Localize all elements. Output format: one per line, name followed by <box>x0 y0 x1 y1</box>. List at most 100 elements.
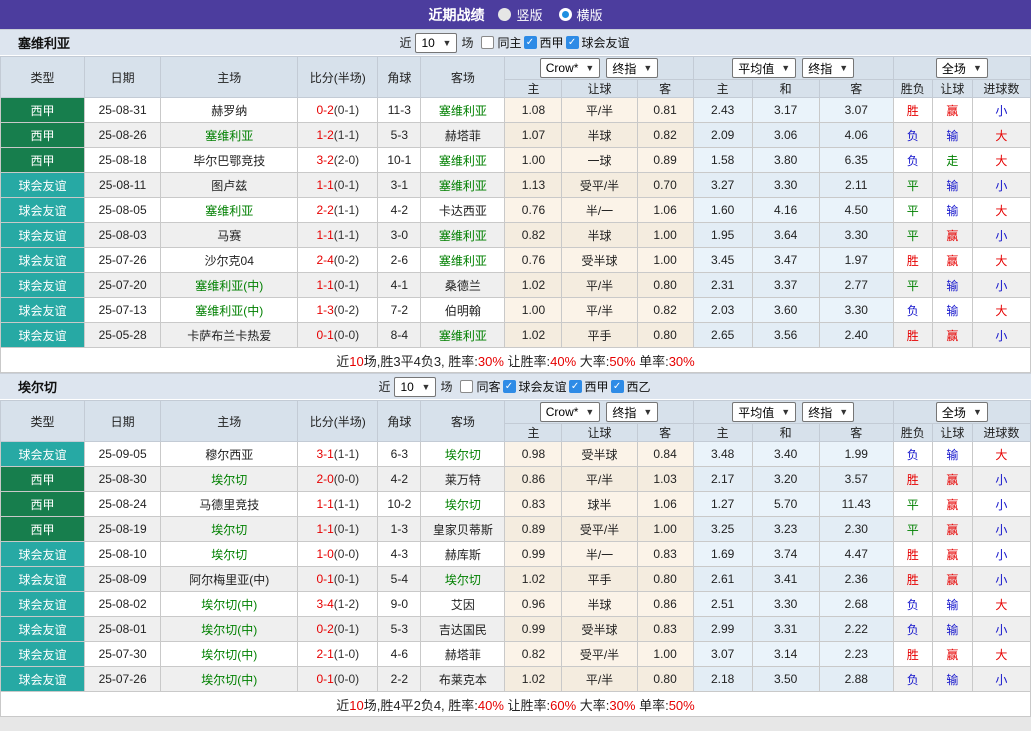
crow-select-value: Crow* <box>546 61 579 75</box>
full-match-select[interactable]: 全场▼ <box>936 58 988 78</box>
radio-icon <box>498 8 511 21</box>
filter-checkbox[interactable]: ✓西乙 <box>611 378 651 395</box>
crow-away-odds-cell: 1.00 <box>637 248 693 273</box>
subcol-goals: 进球数 <box>972 80 1030 98</box>
corner-cell: 2-6 <box>378 248 421 273</box>
filter-checkbox[interactable]: ✓球会友谊 <box>503 378 567 395</box>
chevron-down-icon: ▼ <box>643 407 652 417</box>
date-cell: 25-08-03 <box>85 223 161 248</box>
final-odds-select-2[interactable]: 终指▼ <box>802 58 854 78</box>
type-cell: 西甲 <box>1 98 85 123</box>
result-cell: 负 <box>893 298 932 323</box>
handicap-cell: 平/半 <box>562 667 637 692</box>
match-row: 球会友谊25-07-20塞维利亚(中)1-1(0-1)4-1桑德兰1.02平/半… <box>1 273 1031 298</box>
filter-checkbox[interactable]: 同客 <box>460 378 500 395</box>
goals-result-cell: 小 <box>972 223 1030 248</box>
filter-checkbox[interactable]: ✓西甲 <box>569 378 609 395</box>
matches-table-elche: 类型 日期 主场 比分(半场) 角球 客场 Crow*▼ 终指▼ 平均值▼ 终指… <box>0 400 1031 717</box>
layout-radio-group: 竖版横版 <box>498 5 602 24</box>
score-cell: 3-1(1-1) <box>298 442 378 467</box>
crow-away-odds-cell: 0.80 <box>637 667 693 692</box>
avg-draw-odds-cell: 3.17 <box>752 98 819 123</box>
date-cell: 25-08-09 <box>85 567 161 592</box>
subcol-avg-draw: 和 <box>752 424 819 442</box>
result-cell: 胜 <box>893 567 932 592</box>
avg-away-odds-cell: 3.30 <box>819 298 893 323</box>
layout-radio[interactable]: 竖版 <box>498 5 542 24</box>
full-match-group-header: 全场▼ <box>893 401 1030 424</box>
avg-draw-odds-cell: 3.30 <box>752 173 819 198</box>
crow-home-odds-cell: 0.89 <box>505 517 562 542</box>
average-select[interactable]: 平均值▼ <box>732 402 796 422</box>
subcol-odds-home: 主 <box>505 424 562 442</box>
type-cell: 球会友谊 <box>1 592 85 617</box>
recent-count-select[interactable]: 10 ▼ <box>415 33 457 53</box>
crow-home-odds-cell: 0.82 <box>505 642 562 667</box>
avg-away-odds-cell: 2.68 <box>819 592 893 617</box>
avg-away-odds-cell: 1.99 <box>819 442 893 467</box>
crow-away-odds-cell: 1.00 <box>637 223 693 248</box>
avg-home-odds-cell: 2.43 <box>693 98 752 123</box>
crow-select[interactable]: Crow*▼ <box>540 402 601 422</box>
col-header-score: 比分(半场) <box>298 57 378 98</box>
summary-segment: 40% <box>478 698 504 713</box>
result-cell: 负 <box>893 592 932 617</box>
checkbox-checked-icon: ✓ <box>611 380 624 393</box>
recent-count-value: 10 <box>400 380 413 394</box>
crow-home-odds-cell: 0.83 <box>505 492 562 517</box>
layout-radio[interactable]: 横版 <box>559 5 603 24</box>
final-odds-select[interactable]: 终指▼ <box>606 402 658 422</box>
goals-result-cell: 大 <box>972 123 1030 148</box>
recent-count-select[interactable]: 10 ▼ <box>394 377 436 397</box>
type-cell: 球会友谊 <box>1 642 85 667</box>
full-match-select[interactable]: 全场▼ <box>936 402 988 422</box>
corner-cell: 9-0 <box>378 592 421 617</box>
avg-away-odds-cell: 3.30 <box>819 223 893 248</box>
final-odds-select[interactable]: 终指▼ <box>606 58 658 78</box>
corner-cell: 5-3 <box>378 617 421 642</box>
subcol-avg-home: 主 <box>693 80 752 98</box>
crow-home-odds-cell: 0.76 <box>505 198 562 223</box>
away-team-cell: 塞维利亚 <box>421 98 505 123</box>
corner-cell: 7-2 <box>378 298 421 323</box>
handicap-result-cell: 输 <box>932 198 972 223</box>
away-team-cell: 塞维利亚 <box>421 173 505 198</box>
home-team-cell: 毕尔巴鄂竞技 <box>161 148 298 173</box>
date-cell: 25-08-26 <box>85 123 161 148</box>
result-cell: 胜 <box>893 642 932 667</box>
type-cell: 球会友谊 <box>1 298 85 323</box>
handicap-result-cell: 赢 <box>932 223 972 248</box>
crow-select[interactable]: Crow*▼ <box>540 58 601 78</box>
away-team-cell: 赫库斯 <box>421 542 505 567</box>
full-match-value: 全场 <box>942 404 966 421</box>
home-team-cell: 图卢兹 <box>161 173 298 198</box>
score-cell: 0-2(0-1) <box>298 98 378 123</box>
crow-home-odds-cell: 1.08 <box>505 98 562 123</box>
away-team-cell: 赫塔菲 <box>421 123 505 148</box>
score-cell: 1-0(0-0) <box>298 542 378 567</box>
avg-away-odds-cell: 2.22 <box>819 617 893 642</box>
handicap-cell: 受半球 <box>562 248 637 273</box>
away-team-cell: 伯明翰 <box>421 298 505 323</box>
type-cell: 球会友谊 <box>1 173 85 198</box>
final-odds-select-2[interactable]: 终指▼ <box>802 402 854 422</box>
checkbox-checked-icon: ✓ <box>503 380 516 393</box>
col-header-corner: 角球 <box>378 401 421 442</box>
filter-checkbox[interactable]: ✓西甲 <box>524 34 564 51</box>
avg-home-odds-cell: 3.25 <box>693 517 752 542</box>
col-header-away: 客场 <box>421 401 505 442</box>
crow-away-odds-cell: 0.89 <box>637 148 693 173</box>
average-select[interactable]: 平均值▼ <box>732 58 796 78</box>
filter-checkbox[interactable]: ✓球会友谊 <box>566 34 630 51</box>
score-cell: 1-1(0-1) <box>298 273 378 298</box>
filter-prefix-label: 近 <box>378 378 390 395</box>
avg-home-odds-cell: 1.60 <box>693 198 752 223</box>
subcol-odds-away: 客 <box>637 424 693 442</box>
goals-result-cell: 大 <box>972 642 1030 667</box>
home-team-cell: 马赛 <box>161 223 298 248</box>
filter-suffix-label: 场 <box>461 34 473 51</box>
summary-segment: 10 <box>349 354 363 369</box>
filter-checkbox[interactable]: 同主 <box>481 34 521 51</box>
result-cell: 平 <box>893 173 932 198</box>
result-cell: 胜 <box>893 323 932 348</box>
